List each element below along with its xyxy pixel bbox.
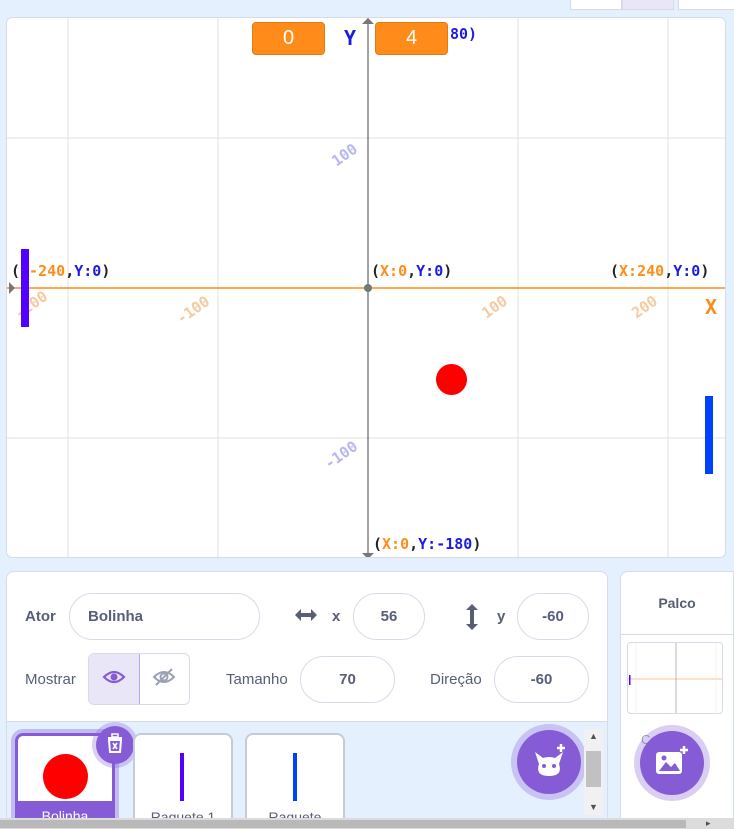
y-position-input[interactable]: -60	[517, 593, 589, 640]
fullscreen-button[interactable]	[678, 0, 734, 10]
origin-dot	[364, 284, 372, 292]
small-stage-button[interactable]	[570, 0, 622, 10]
stage-thumbnail[interactable]	[627, 642, 723, 714]
score-monitor-right[interactable]: 4	[375, 22, 448, 55]
show-label: Mostrar	[25, 671, 76, 688]
scroll-right-icon[interactable]: ▸	[706, 818, 711, 829]
choose-backdrop-button[interactable]	[640, 731, 704, 795]
center-coord-label: (X:0,Y:0)	[371, 262, 453, 280]
cat-plus-icon	[529, 742, 569, 783]
delete-sprite-button[interactable]	[96, 726, 134, 764]
x-label: x	[332, 608, 341, 625]
scroll-thumb[interactable]	[586, 751, 601, 787]
image-plus-icon	[653, 744, 691, 783]
sprite-label: Ator	[25, 608, 56, 625]
y-arrows-icon	[462, 602, 482, 637]
y-label: y	[497, 608, 506, 625]
size-input[interactable]: 70	[300, 656, 395, 703]
top-coord-label: 80)	[450, 25, 478, 43]
direction-label: Direção	[430, 671, 482, 688]
visibility-toggle	[88, 653, 190, 705]
show-button[interactable]	[89, 654, 140, 704]
normal-stage-button[interactable]	[622, 0, 674, 10]
sprite-name-input[interactable]: Bolinha	[69, 593, 260, 640]
hscroll-thumb[interactable]	[0, 820, 686, 828]
stage-selector-panel[interactable]: Palco Cenários	[620, 571, 734, 821]
eye-slash-icon	[152, 667, 176, 692]
hide-button[interactable]	[140, 654, 190, 704]
sprite-thumb-paddle	[180, 753, 184, 801]
scroll-down-icon[interactable]: ▼	[589, 802, 598, 812]
sprite-thumb-paddle	[293, 753, 297, 801]
right-coord-label: (X:240,Y:0)	[610, 262, 710, 280]
x-position-input[interactable]: 56	[353, 593, 425, 640]
scroll-up-icon[interactable]: ▲	[589, 731, 598, 741]
trash-icon	[105, 732, 125, 759]
x-axis-letter: X	[705, 295, 718, 319]
direction-input[interactable]: -60	[494, 656, 589, 703]
sprite-info-panel: Ator Bolinha x 56 y -60 Mostrar Tamanho …	[6, 571, 608, 721]
stage-panel-title: Palco	[621, 572, 733, 635]
bottom-coord-label: (X:0,Y:-180)	[373, 535, 482, 553]
page-horizontal-scrollbar[interactable]: ▸	[0, 818, 734, 829]
x-arrows-icon	[293, 605, 319, 630]
sprite-tile-raquete-1[interactable]: Raquete 1	[133, 733, 233, 820]
sprite-tile-raquete[interactable]: Raquete	[245, 733, 345, 820]
view-mode-buttons	[570, 0, 734, 10]
paddle-left-sprite[interactable]	[21, 249, 29, 327]
size-label: Tamanho	[226, 671, 288, 688]
eye-icon	[102, 668, 126, 691]
ball-sprite[interactable]	[436, 364, 467, 395]
stage-grid	[7, 18, 725, 557]
y-axis-letter: Y	[344, 26, 357, 50]
sprite-list-scrollbar[interactable]: ▲ ▼	[584, 729, 603, 815]
stage[interactable]: 0 Y 4 80) (:-240,Y:0) (X:0,Y:0) (X:240,Y…	[6, 17, 726, 558]
score-monitor-left[interactable]: 0	[252, 22, 325, 55]
choose-sprite-button[interactable]	[517, 730, 581, 794]
paddle-right-sprite[interactable]	[705, 396, 713, 474]
sprite-thumb-ball	[43, 754, 88, 799]
